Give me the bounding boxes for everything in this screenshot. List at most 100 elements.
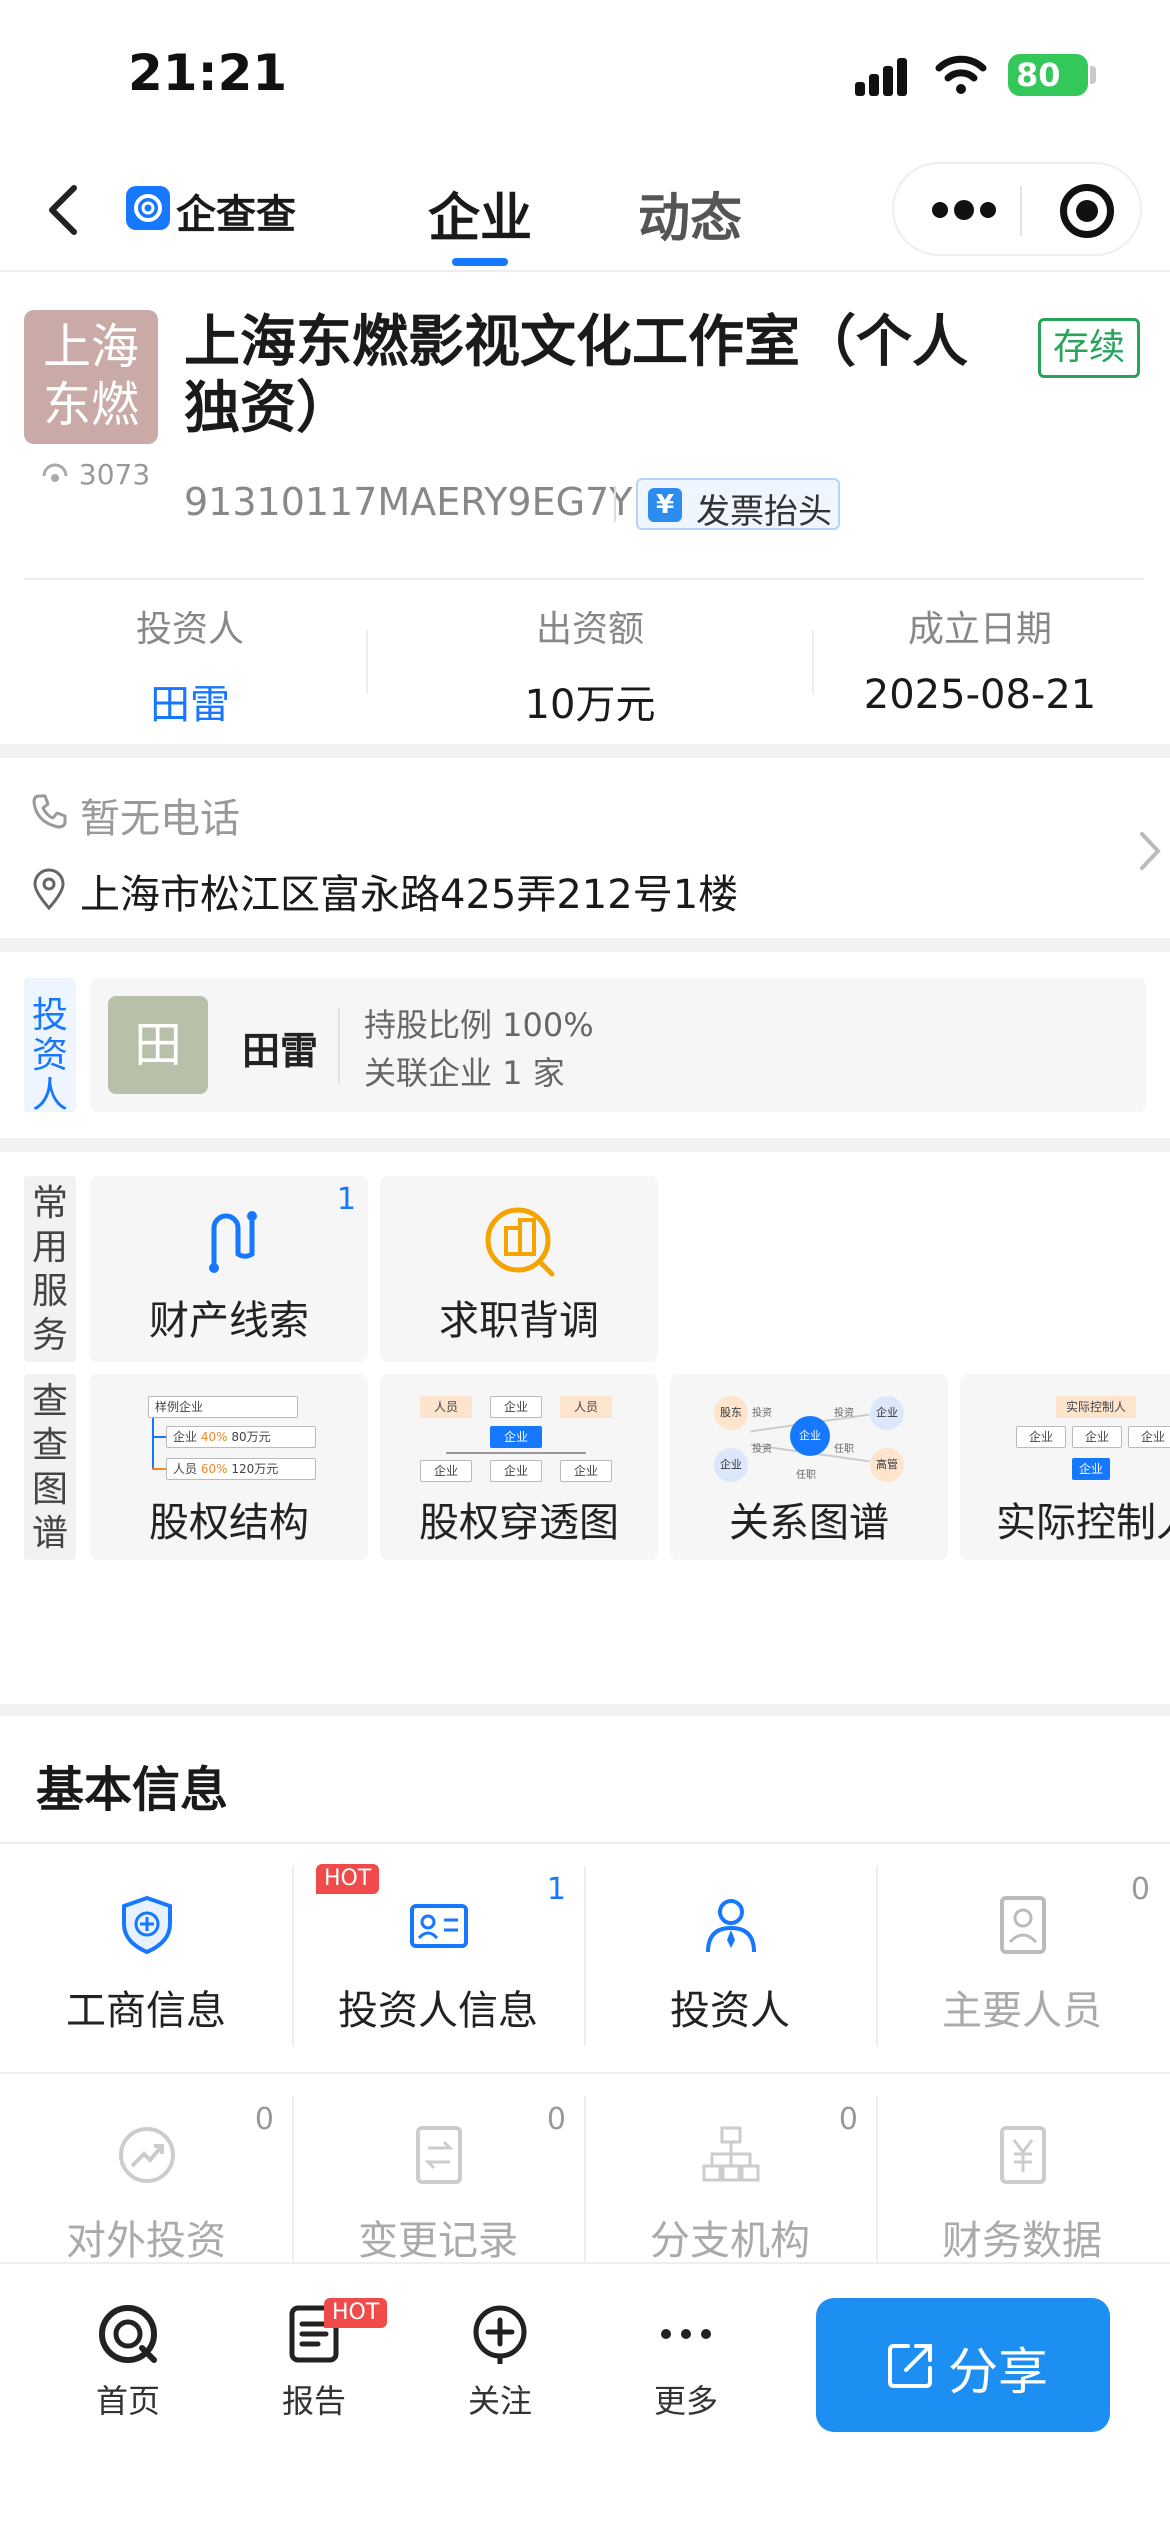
basic-info-key-personnel[interactable]: 0 主要人员	[876, 1854, 1168, 2074]
basic-info-investor[interactable]: 投资人	[584, 1854, 876, 2074]
basic-info-investor-info[interactable]: HOT 1 投资人信息	[292, 1854, 584, 2074]
close-target-icon[interactable]	[1060, 184, 1114, 238]
active-tab-indicator	[452, 258, 508, 266]
swap-doc-icon	[416, 2126, 462, 2184]
more-dots-icon[interactable]	[932, 196, 996, 224]
finance-doc-icon	[1000, 2126, 1046, 2184]
invoice-title-button[interactable]: ¥ 发票抬头	[636, 478, 840, 532]
graph-equity-structure[interactable]: 样例企业 企业 40% 80万元 人员 60% 120万元 股权结构	[90, 1374, 368, 1560]
yen-icon: ¥	[648, 488, 682, 522]
hot-badge: HOT	[316, 1864, 380, 1894]
battery-level: 80	[1016, 56, 1061, 94]
address-text: 上海市松江区富永路425弄212号1楼	[80, 872, 739, 918]
brand-logo-icon	[126, 186, 170, 230]
credit-code[interactable]: 91310117MAERY9EG7Y	[184, 480, 632, 524]
investor-name[interactable]: 田雷	[242, 1020, 318, 1075]
capsule-divider	[1020, 186, 1022, 236]
investor-divider	[338, 1008, 340, 1084]
chevron-right-icon[interactable]	[1136, 826, 1166, 876]
stat-label: 投资人	[135, 609, 244, 650]
stat-investor[interactable]: 投资人 田雷	[0, 600, 380, 730]
cell-label: 投资人信息	[338, 1988, 538, 2034]
view-count-value: 3073	[78, 458, 151, 491]
home-logo-icon	[99, 2305, 157, 2363]
stat-value[interactable]: 田雷	[0, 672, 380, 730]
divider	[24, 578, 1144, 580]
investor-card[interactable]: 田 田雷 持股比例 100% 关联企业 1 家	[90, 978, 1146, 1112]
location-pin-icon	[33, 868, 65, 911]
cell-count: 0	[546, 2102, 566, 2137]
cell-label: 主要人员	[942, 1988, 1102, 2034]
tile-label: 股权结构	[149, 1500, 309, 1546]
bottom-toolbar: 首页 HOT 报告 关注 更多 分享	[0, 2262, 1170, 2532]
status-badge: 存续	[1038, 318, 1140, 378]
share-icon	[888, 2344, 932, 2388]
cell-label: 财务数据	[942, 2218, 1102, 2264]
toolbar-follow[interactable]: 关注	[440, 2302, 560, 2422]
company-detail-page: { "status_bar": { "time": "21:21", "batt…	[0, 0, 1170, 2532]
toolbar-report[interactable]: HOT 报告	[254, 2298, 388, 2422]
stat-value: 2025-08-21	[863, 672, 1097, 718]
preview-row: 人员 60% 120万元	[166, 1458, 316, 1480]
graph-equity-penetration[interactable]: 人员 企业 人员 企业 企业 企业 企业 股权穿透图	[380, 1374, 658, 1560]
service-property-clues[interactable]: 1 财产线索	[90, 1176, 368, 1362]
toolbar-more[interactable]: 更多	[626, 2302, 746, 2422]
person-icon	[706, 1899, 756, 1953]
company-name: 上海东燃影视文化工作室（个人独资）	[184, 310, 968, 441]
toolbar-label: 首页	[95, 2382, 160, 2420]
cell-count: 0	[838, 2102, 858, 2137]
graphs-tag: 查查图谱	[24, 1374, 76, 1560]
tile-label: 求职背调	[439, 1298, 599, 1344]
building-search-icon	[485, 1207, 555, 1277]
phone-text: 暂无电话	[80, 796, 240, 842]
cell-count: 0	[254, 2102, 274, 2137]
cell-label: 对外投资	[66, 2218, 226, 2264]
cell-count: 1	[546, 1872, 566, 1907]
tab-dynamics[interactable]: 动态	[638, 176, 742, 251]
grid-line	[0, 1842, 1170, 1844]
org-chart-icon	[702, 2126, 760, 2182]
route-icon	[209, 1211, 257, 1273]
share-label: 分享	[948, 2343, 1048, 2401]
toolbar-label: 更多	[653, 2382, 718, 2420]
status-time: 21:21	[128, 44, 288, 102]
tab-company[interactable]: 企业	[428, 176, 532, 251]
toolbar-home[interactable]: 首页	[68, 2302, 188, 2422]
company-logo: 上海东燃	[24, 310, 158, 444]
more-horizontal-icon	[661, 2329, 711, 2339]
section-gap	[0, 1704, 1170, 1716]
stat-divider	[366, 630, 368, 694]
graph-actual-controller[interactable]: 实际控制人 企业 企业 企业 企业 实际控制人	[960, 1374, 1170, 1560]
tile-label: 股权穿透图	[419, 1500, 619, 1546]
invoice-label: 发票抬头	[696, 492, 832, 532]
cell-label: 工商信息	[66, 1988, 226, 2034]
stat-label: 出资额	[535, 609, 644, 650]
toolbar-label: 关注	[467, 2382, 532, 2420]
personnel-doc-icon	[1000, 1896, 1046, 1954]
add-circle-icon	[473, 2305, 527, 2364]
service-job-background-check[interactable]: 求职背调	[380, 1176, 658, 1362]
wifi-icon	[935, 55, 987, 94]
stat-capital: 出资额 10万元	[400, 600, 780, 730]
id-card-icon	[410, 1904, 468, 1948]
tile-label: 实际控制人	[996, 1500, 1170, 1546]
relationship-preview: 股东 企业 企业 企业 高管 投资 投资 投资 任职 任职	[710, 1392, 910, 1482]
stat-label: 成立日期	[907, 609, 1052, 650]
preview-box: 样例企业	[148, 1396, 298, 1418]
basic-info-business[interactable]: 工商信息	[0, 1854, 292, 2074]
cell-label: 变更记录	[358, 2218, 518, 2264]
section-gap	[0, 744, 1170, 758]
battery-icon: 80	[1008, 54, 1088, 96]
actual-controller-preview: 实际控制人 企业 企业 企业 企业	[1000, 1392, 1170, 1482]
share-button[interactable]: 分享	[816, 2298, 1110, 2432]
shield-icon	[122, 1895, 172, 1955]
section-gap	[0, 1138, 1170, 1152]
back-arrow-icon[interactable]	[40, 180, 90, 240]
code-separator	[614, 486, 616, 522]
graph-relationship[interactable]: 股东 企业 企业 企业 高管 投资 投资 投资 任职 任职 关系图谱	[670, 1374, 948, 1560]
section-title: 基本信息	[36, 1762, 229, 1818]
stat-founded: 成立日期 2025-08-21	[790, 600, 1170, 718]
miniprogram-capsule	[892, 162, 1142, 256]
trend-icon	[119, 2127, 175, 2183]
hot-badge: HOT	[324, 2298, 388, 2328]
